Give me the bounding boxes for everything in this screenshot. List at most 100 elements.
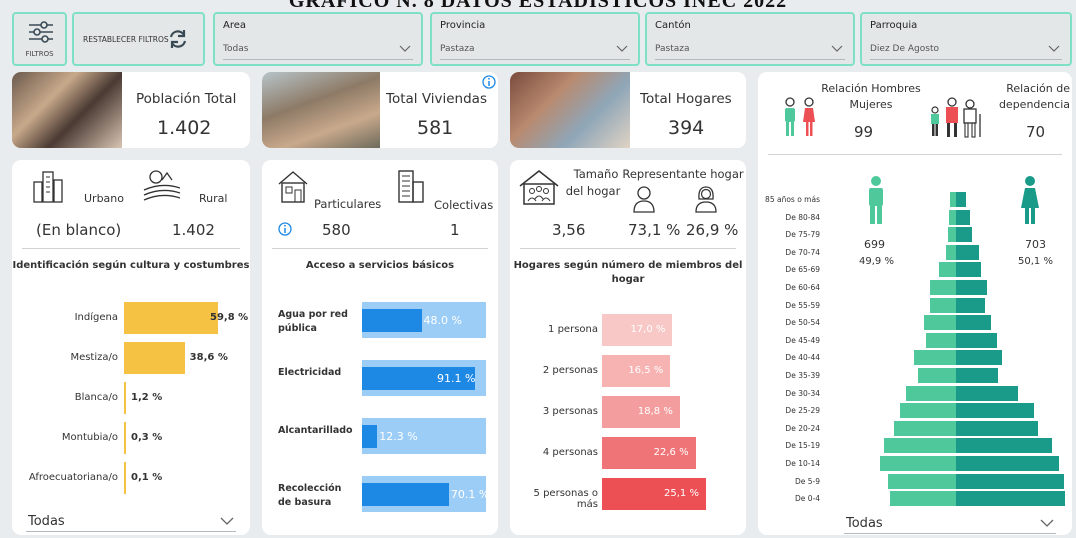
bar-label: 4 personas (542, 447, 598, 458)
slicer-dropdown[interactable]: Pastaza (440, 40, 630, 60)
slicer-dropdown[interactable]: Todas (223, 40, 413, 60)
culture-bar-chart: Indígena 59,8 % Mestiza/o 38,6 % Blanca/o 1,2… (12, 160, 250, 535)
slicer-area[interactable]: Area Todas (213, 12, 423, 66)
female-bar (956, 297, 985, 313)
age-group-label: De 35-39 (785, 371, 820, 380)
male-bar (946, 244, 956, 260)
slicer-value: Diez De Agosto (870, 44, 939, 54)
female-bar (956, 350, 1002, 366)
chevron-down-icon (831, 45, 843, 52)
age-group-label: De 55-59 (785, 300, 820, 310)
bar-label: Alcantarillado (278, 425, 353, 436)
culture-dropdown[interactable]: Todas (26, 510, 236, 532)
slicer-label: Provincia (440, 20, 486, 31)
bar (362, 309, 422, 332)
chevron-down-icon (1040, 519, 1054, 527)
age-group-label: De 60-64 (785, 283, 820, 292)
male-bar (905, 385, 956, 401)
filters-label: FILTROS (25, 50, 54, 58)
female-bar (956, 332, 997, 348)
female-bar (956, 315, 991, 331)
slicer-provincia[interactable]: Provincia Pastaza (430, 12, 640, 66)
data-label: 0,3 % (131, 432, 163, 443)
kpi-value: 1.402 (157, 117, 212, 139)
household-card: Tamaño del hogar 3,56 Representante hoga… (510, 160, 746, 535)
pyramid-dropdown[interactable]: Todas (844, 512, 1056, 534)
houses-photo (262, 72, 380, 148)
female-bar (956, 192, 966, 207)
male-bar (939, 262, 956, 278)
dropdown-value: Todas (28, 514, 65, 529)
male-bar (917, 368, 956, 383)
age-group-label: De 0-4 (794, 494, 820, 504)
male-bar (947, 227, 956, 243)
slicer-label: Parroquia (870, 20, 918, 31)
data-label: 22,6 % (653, 447, 689, 458)
data-label: 38,6 % (189, 352, 228, 363)
female-bar (956, 227, 972, 243)
slicer-dropdown[interactable]: Diez De Agosto (870, 40, 1062, 60)
info-icon[interactable] (482, 75, 496, 89)
filters-button[interactable]: FILTROS (12, 12, 67, 66)
bar (124, 422, 126, 454)
bar-label: Indígena (74, 312, 118, 323)
slicer-parroquia[interactable]: Parroquia Diez De Agosto (860, 12, 1072, 66)
female-bar (956, 456, 1060, 471)
data-label: 12.3 % (379, 430, 418, 443)
kpi-viviendas-card: Total Viviendas 581 (262, 72, 498, 148)
male-bar (926, 332, 956, 348)
bar-label: Mestiza/o (70, 352, 118, 363)
age-group-label: De 25-29 (785, 406, 820, 416)
chevron-down-icon (1048, 45, 1060, 52)
services-card: Particulares Colectivas 580 1 Acceso a s… (262, 160, 498, 535)
reset-filters-button[interactable]: RESTABLECER FILTROS (72, 12, 205, 66)
bar-label: 1 persona (548, 324, 598, 335)
slicer-canton[interactable]: Cantón Pastaza (645, 12, 855, 66)
female-bar (956, 244, 979, 260)
data-label: 1,2 % (131, 392, 163, 403)
chevron-down-icon (399, 45, 411, 52)
data-label: 18,8 % (637, 406, 673, 417)
female-bar (956, 438, 1052, 454)
male-bar (914, 350, 956, 366)
bar-label: 3 personas (542, 406, 598, 417)
age-group-label: De 40-44 (785, 353, 820, 363)
age-group-label: De 80-84 (785, 212, 820, 222)
slicer-dropdown[interactable]: Pastaza (655, 40, 845, 60)
female-bar (956, 368, 998, 383)
data-label: 16,5 % (628, 365, 664, 376)
bar-label: Electricidad (278, 367, 342, 378)
family-photo (510, 72, 630, 148)
male-bar (887, 473, 956, 489)
data-label: 91.1 % (436, 372, 476, 385)
age-group-label: De 15-19 (785, 441, 820, 451)
bar-label: Afroecuatoriana/o (28, 472, 118, 483)
male-bar (929, 297, 956, 313)
female-bar (956, 262, 982, 278)
age-group-label: De 5-9 (794, 476, 820, 486)
bar (362, 425, 378, 448)
male-bar (948, 209, 956, 225)
age-group-label: De 70-74 (785, 247, 820, 257)
age-group-label: De 10-14 (785, 459, 820, 468)
female-bar (956, 420, 1038, 436)
data-label: 17,0 % (630, 324, 666, 335)
male-bar (880, 456, 956, 471)
data-label: 25,1 % (664, 488, 699, 499)
female-bar (956, 385, 1019, 401)
slicer-label: Area (223, 20, 247, 31)
male-bar (929, 280, 956, 295)
people-photo (12, 72, 122, 148)
bar-label: 2 personas (542, 365, 598, 376)
male-bar (890, 491, 956, 507)
female-bar (956, 403, 1034, 419)
slicer-value: Todas (223, 44, 249, 54)
female-bar (956, 280, 988, 295)
male-bar (899, 403, 956, 419)
bar (124, 382, 126, 414)
services-bar-chart: Agua por red pública 48.0 % Electricidad 91… (262, 160, 498, 535)
female-bar (956, 209, 971, 225)
age-group-label: De 65-69 (785, 265, 820, 275)
data-label: 0,1 % (131, 472, 163, 483)
chevron-down-icon (220, 517, 234, 525)
